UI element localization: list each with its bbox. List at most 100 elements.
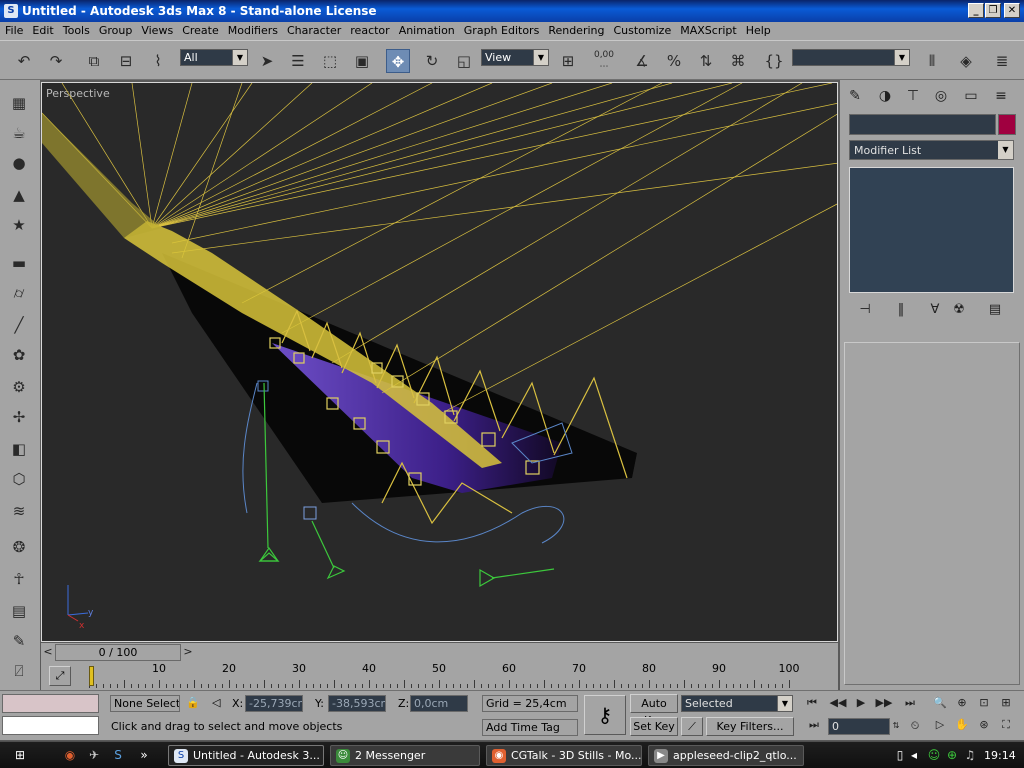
menu-views[interactable]: Views <box>136 22 177 37</box>
play-icon[interactable]: ▶ <box>851 694 871 712</box>
menu-tools[interactable]: Tools <box>58 22 94 37</box>
bind-space-warp-icon[interactable]: ⌇ <box>146 49 170 73</box>
remove-modifier-icon[interactable]: ☢ <box>948 300 970 320</box>
menu-character[interactable]: Character <box>282 22 345 37</box>
camera-icon[interactable]: ◧ <box>8 438 30 460</box>
current-frame-field[interactable]: 0 <box>828 718 890 735</box>
render-icon[interactable]: ✎ <box>8 630 30 652</box>
field-of-view-icon[interactable]: ▷ <box>930 716 950 734</box>
menu-reactor[interactable]: reactor <box>345 22 393 37</box>
spinner-snap-icon[interactable]: ⇅ <box>694 49 718 73</box>
minimize-button[interactable]: _ <box>968 3 984 18</box>
go-to-start-icon[interactable]: ⏮ <box>802 694 822 712</box>
modifier-list-dropdown[interactable]: Modifier List ▼ <box>849 140 1014 160</box>
firefox-quicklaunch-icon[interactable]: ◉ <box>62 747 78 763</box>
gear-icon[interactable]: ⚙ <box>8 376 30 398</box>
restore-button[interactable]: ❐ <box>985 3 1001 18</box>
selection-filter-dropdown[interactable]: All ▼ <box>180 49 248 66</box>
modify-tab-icon[interactable]: ◑ <box>874 86 896 106</box>
space-warp-icon[interactable]: ≋ <box>8 500 30 522</box>
show-end-result-icon[interactable]: ‖ <box>890 300 912 320</box>
key-mode-dropdown[interactable]: Selected ▼ <box>681 695 793 712</box>
motion-tab-icon[interactable]: ◎ <box>930 86 952 106</box>
select-and-move-icon[interactable]: ✥ <box>386 49 410 73</box>
task-firefox[interactable]: ◉ CGTalk - 3D Stills - Mo... <box>486 745 642 766</box>
display-tab-icon[interactable]: ▭ <box>960 86 982 106</box>
time-prev-button[interactable]: < <box>41 643 55 661</box>
menu-file[interactable]: File <box>0 22 27 37</box>
quicklaunch-chevron[interactable]: » <box>136 747 152 763</box>
modifier-icon[interactable]: ⍁ <box>8 660 30 682</box>
frame-ruler[interactable]: 10 20 30 40 50 60 70 80 90 100 <box>89 662 800 690</box>
key-mode-toggle-icon[interactable]: ⏭ <box>804 716 824 734</box>
tray-app-icon[interactable]: ♫ <box>962 747 978 763</box>
current-frame-marker[interactable] <box>89 666 94 686</box>
task-3dsmax[interactable]: S Untitled - Autodesk 3... <box>168 745 324 766</box>
frame-spinner-icon[interactable]: ⇅ <box>890 717 902 735</box>
z-coordinate-field[interactable]: 0,0cm <box>410 695 468 712</box>
time-next-button[interactable]: > <box>181 643 195 661</box>
task-quicktime[interactable]: ▶ appleseed-clip2_qtlo... <box>648 745 804 766</box>
cone-icon[interactable]: ▲ <box>8 184 30 206</box>
menu-customize[interactable]: Customize <box>608 22 675 37</box>
arc-rotate-icon[interactable]: ⊛ <box>974 716 994 734</box>
sphere-icon[interactable]: ● <box>8 152 30 174</box>
menu-group[interactable]: Group <box>94 22 137 37</box>
cylinder-icon[interactable]: ⌭ <box>8 282 30 304</box>
rectangular-selection-icon[interactable]: ⬚ <box>318 49 342 73</box>
auto-key-button[interactable]: Auto Key <box>630 694 678 727</box>
maximize-viewport-icon[interactable]: ⛶ <box>996 716 1016 734</box>
menu-help[interactable]: Help <box>741 22 775 37</box>
track-bar[interactable]: ⤢ 10 20 30 40 50 60 70 80 90 100 <box>41 662 838 690</box>
material-icon[interactable]: ▤ <box>8 600 30 622</box>
plane-icon[interactable]: ▬ <box>8 252 30 274</box>
time-configuration-icon[interactable]: ⏲ <box>905 717 925 735</box>
edit-named-selection-icon[interactable]: ⌘ <box>726 49 750 73</box>
zoom-all-icon[interactable]: ⊕ <box>952 694 972 712</box>
lock-selection-icon[interactable]: 🔒 <box>186 696 200 709</box>
pivot-center-icon[interactable]: ⊞ <box>556 49 580 73</box>
reference-coordinate-dropdown[interactable]: View ▼ <box>481 49 549 66</box>
select-by-name-icon[interactable]: ☰ <box>286 49 310 73</box>
tray-messenger-icon[interactable]: ☺ <box>926 747 942 763</box>
menu-graph-editors[interactable]: Graph Editors <box>459 22 544 37</box>
hierarchy-tab-icon[interactable]: ⊤ <box>902 86 924 106</box>
create-tab-icon[interactable]: ✎ <box>844 86 866 106</box>
key-filters-button[interactable]: Key Filters... <box>706 717 794 736</box>
maxscript-listener-white[interactable] <box>2 716 99 735</box>
pin-stack-icon[interactable]: ⊣ <box>854 300 876 320</box>
snap-toggle[interactable]: 0,00 ⋯ <box>592 49 616 73</box>
star-icon[interactable]: ★ <box>8 214 30 236</box>
layer-manager-icon[interactable]: ≣ <box>990 49 1014 73</box>
menu-rendering[interactable]: Rendering <box>543 22 608 37</box>
pan-icon[interactable]: ✋ <box>952 716 972 734</box>
undo-icon[interactable]: ↶ <box>12 49 36 73</box>
window-crossing-icon[interactable]: ▣ <box>350 49 374 73</box>
named-selection-sets-icon[interactable]: {} <box>762 49 786 73</box>
align-icon[interactable]: ◈ <box>954 49 978 73</box>
modifier-stack[interactable] <box>849 167 1014 293</box>
x-coordinate-field[interactable]: -25,739cm <box>245 695 303 712</box>
zoom-icon[interactable]: 🔍 <box>930 694 950 712</box>
maxscript-listener-pink[interactable] <box>2 694 99 713</box>
zoom-extents-all-icon[interactable]: ⊞ <box>996 694 1016 712</box>
add-time-tag[interactable]: Add Time Tag <box>482 719 578 736</box>
app-icon[interactable]: S <box>4 4 18 18</box>
next-frame-icon[interactable]: ▶▶ <box>874 694 894 712</box>
go-to-end-icon[interactable]: ⏭ <box>900 694 920 712</box>
unlink-icon[interactable]: ⊟ <box>114 49 138 73</box>
box-icon[interactable]: ▦ <box>8 92 30 114</box>
default-tangent-icon[interactable]: ⟋ <box>681 717 703 736</box>
named-selection-dropdown[interactable]: ▼ <box>792 49 910 66</box>
perspective-viewport[interactable]: Perspective y x <box>41 82 838 642</box>
tube-icon[interactable]: ╱ <box>8 314 30 336</box>
menu-maxscript[interactable]: MAXScript <box>675 22 740 37</box>
percent-snap-icon[interactable]: % <box>662 49 686 73</box>
start-button-icon[interactable]: ⊞ <box>12 747 28 763</box>
make-unique-icon[interactable]: ∀ <box>924 300 946 320</box>
y-coordinate-field[interactable]: -38,593cm <box>328 695 386 712</box>
menu-animation[interactable]: Animation <box>394 22 459 37</box>
mini-curve-editor-icon[interactable]: ⤢ <box>49 666 71 686</box>
menu-create[interactable]: Create <box>177 22 223 37</box>
quicklaunch-icon[interactable]: ✈ <box>86 747 102 763</box>
